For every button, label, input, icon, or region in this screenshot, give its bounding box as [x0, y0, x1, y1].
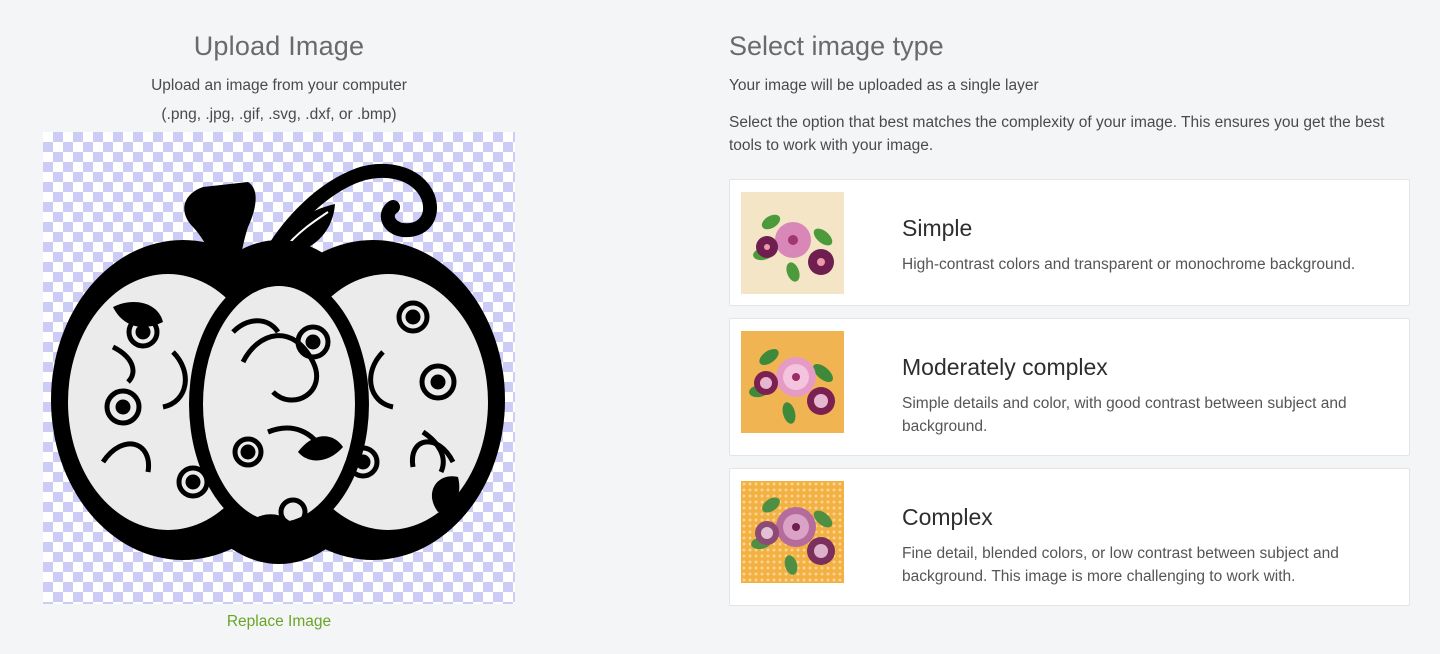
option-complex-text: Fine detail, blended colors, or low cont… — [902, 545, 1339, 585]
moderate-thumbnail — [741, 331, 844, 433]
image-preview — [43, 132, 515, 604]
image-type-subtitle: Your image will be uploaded as a single … — [729, 77, 1039, 94]
option-simple[interactable]: Simple High-contrast colors and transpar… — [729, 179, 1410, 306]
option-moderately-complex[interactable]: Moderately complex Simple details and co… — [729, 318, 1410, 456]
upload-formats: (.png, .jpg, .gif, .svg, .dxf, or .bmp) — [161, 106, 397, 123]
pumpkin-image — [51, 163, 505, 564]
option-complex-title: Complex — [902, 504, 993, 530]
upload-subtitle: Upload an image from your computer — [151, 77, 407, 94]
option-simple-title: Simple — [902, 215, 973, 241]
image-type-title: Select image type — [729, 31, 944, 61]
option-complex[interactable]: Complex Fine detail, blended colors, or … — [729, 468, 1410, 606]
option-moderately-complex-title: Moderately complex — [902, 354, 1108, 380]
option-moderately-complex-text: Simple details and color, with good cont… — [902, 395, 1347, 435]
simple-thumbnail — [741, 192, 844, 294]
upload-title: Upload Image — [193, 31, 365, 61]
image-type-description: Select the option that best matches the … — [729, 114, 1385, 154]
complex-thumbnail — [741, 481, 844, 583]
flower-moderate-icon — [749, 349, 835, 424]
flower-simple-icon — [753, 214, 834, 282]
flower-complex-icon — [751, 497, 835, 575]
option-simple-text: High-contrast colors and transparent or … — [902, 256, 1356, 273]
replace-image-link[interactable]: Replace Image — [40, 613, 518, 631]
